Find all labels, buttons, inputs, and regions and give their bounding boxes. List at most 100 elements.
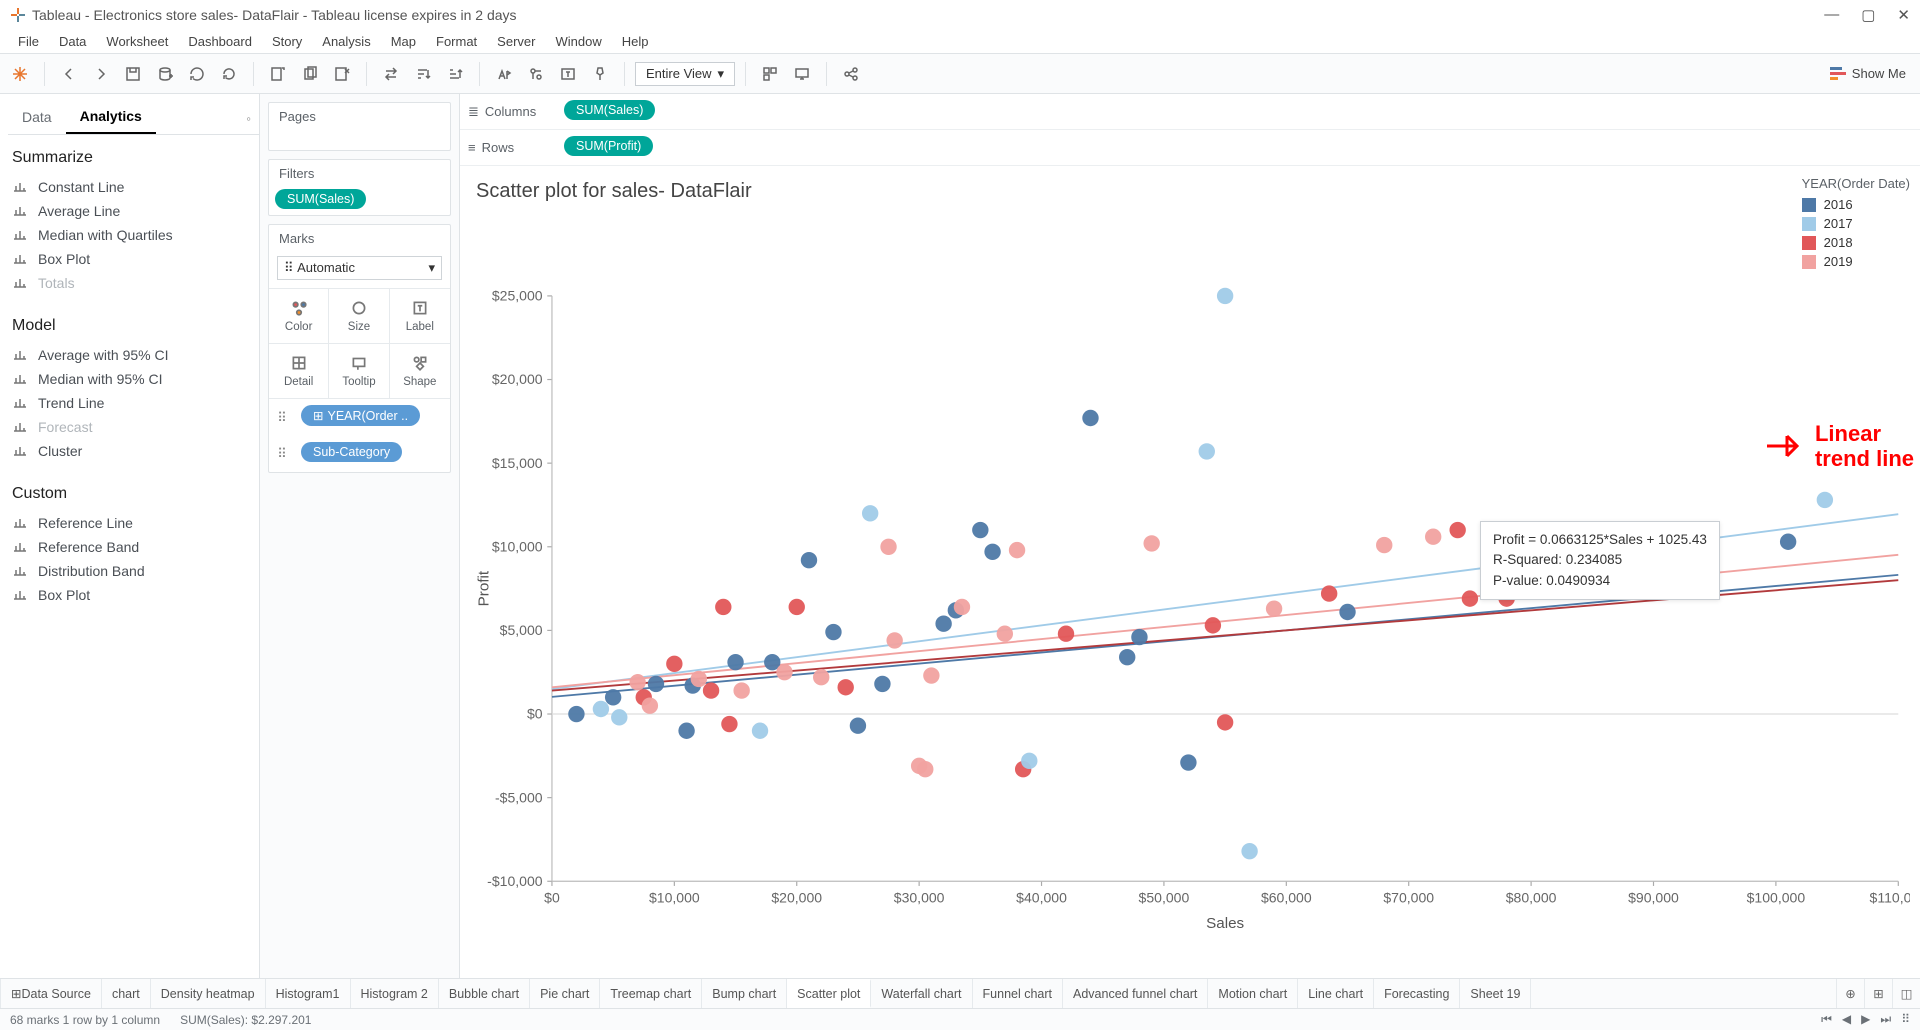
sheet-tab[interactable]: chart [102, 979, 151, 1008]
svg-text:-$10,000: -$10,000 [487, 873, 543, 889]
sheet-tab[interactable]: Histogram1 [266, 979, 351, 1008]
svg-text:$15,000: $15,000 [492, 455, 543, 471]
legend-item[interactable]: 2016 [1802, 197, 1910, 212]
share-icon[interactable] [837, 60, 865, 88]
analytics-item[interactable]: Reference Band [8, 535, 259, 559]
scatter-chart[interactable]: -$10,000-$5,000$0$5,000$10,000$15,000$20… [470, 211, 1910, 1013]
fit-dropdown[interactable]: Entire View▾ [635, 62, 735, 86]
menu-story[interactable]: Story [262, 34, 312, 49]
svg-text:$10,000: $10,000 [492, 538, 543, 554]
show-me-button[interactable]: Show Me [1822, 62, 1914, 85]
window-title: Tableau - Electronics store sales- DataF… [32, 7, 1824, 23]
sheet-tab[interactable]: Density heatmap [151, 979, 266, 1008]
tab-analytics[interactable]: Analytics [66, 102, 156, 134]
marks-shelf: Marks [269, 225, 450, 252]
menubar: File Data Worksheet Dashboard Story Anal… [0, 30, 1920, 54]
forward-icon[interactable] [87, 60, 115, 88]
columns-pill-sum-sales[interactable]: SUM(Sales) [564, 100, 655, 120]
pages-shelf[interactable]: Pages [269, 103, 450, 130]
menu-file[interactable]: File [8, 34, 49, 49]
new-sheet-icon[interactable] [264, 60, 292, 88]
analytics-item[interactable]: Median with Quartiles [8, 223, 259, 247]
menu-window[interactable]: Window [545, 34, 611, 49]
mark-pill-subcategory[interactable]: Sub-Category [301, 442, 402, 462]
minimize-button[interactable]: — [1824, 6, 1839, 24]
sort-asc-icon[interactable] [409, 60, 437, 88]
analytics-item[interactable]: Distribution Band [8, 559, 259, 583]
svg-text:$0: $0 [544, 889, 560, 905]
svg-text:$100,000: $100,000 [1747, 889, 1806, 905]
save-icon[interactable] [119, 60, 147, 88]
side-pane: Data Analytics ◦ Summarize Constant Line… [0, 94, 260, 978]
sort-desc-icon[interactable] [441, 60, 469, 88]
columns-shelf-label: ≣ Columns [468, 104, 548, 120]
back-icon[interactable] [55, 60, 83, 88]
analytics-item[interactable]: Trend Line [8, 391, 259, 415]
menu-worksheet[interactable]: Worksheet [96, 34, 178, 49]
analytics-item[interactable]: Constant Line [8, 175, 259, 199]
maximize-button[interactable]: ▢ [1861, 6, 1875, 24]
duplicate-sheet-icon[interactable] [296, 60, 324, 88]
show-hide-cards-icon[interactable] [756, 60, 784, 88]
group-icon[interactable] [522, 60, 550, 88]
svg-text:$25,000: $25,000 [492, 288, 543, 304]
analytics-item[interactable]: Cluster [8, 439, 259, 463]
tab-data-source[interactable]: ⊞ Data Source [0, 979, 102, 1008]
svg-text:$50,000: $50,000 [1139, 889, 1190, 905]
marks-tooltip[interactable]: Tooltip [329, 344, 389, 399]
annotation-linear-trend: Linear trend line [1765, 421, 1914, 472]
legend-item[interactable]: 2018 [1802, 235, 1910, 250]
legend-item[interactable]: 2017 [1802, 216, 1910, 231]
filters-shelf[interactable]: Filters [269, 160, 450, 187]
analytics-item[interactable]: Average with 95% CI [8, 343, 259, 367]
refresh-icon[interactable] [215, 60, 243, 88]
menu-data[interactable]: Data [49, 34, 96, 49]
custom-heading: Custom [8, 481, 259, 511]
menu-help[interactable]: Help [612, 34, 659, 49]
autosave-icon[interactable] [183, 60, 211, 88]
svg-text:Profit: Profit [476, 570, 493, 606]
svg-text:$90,000: $90,000 [1628, 889, 1679, 905]
menu-map[interactable]: Map [381, 34, 426, 49]
color-legend[interactable]: YEAR(Order Date) 2016201720182019 [1802, 176, 1910, 273]
analytics-item[interactable]: Totals [8, 271, 259, 295]
mark-pill-year[interactable]: ⊞ YEAR(Order .. [301, 405, 420, 426]
svg-text:-$5,000: -$5,000 [495, 789, 543, 805]
analytics-item[interactable]: Box Plot [8, 583, 259, 607]
analytics-item[interactable]: Median with 95% CI [8, 367, 259, 391]
swap-icon[interactable] [377, 60, 405, 88]
viz-title[interactable]: Scatter plot for sales- DataFlair [470, 176, 1910, 211]
svg-text:$40,000: $40,000 [1016, 889, 1067, 905]
clear-sheet-icon[interactable] [328, 60, 356, 88]
close-button[interactable]: ✕ [1897, 6, 1910, 24]
rows-pill-sum-profit[interactable]: SUM(Profit) [564, 136, 653, 156]
marks-type-dropdown[interactable]: ⠿ Automatic▾ [277, 256, 442, 280]
menu-format[interactable]: Format [426, 34, 487, 49]
analytics-item[interactable]: Forecast [8, 415, 259, 439]
toolbar: Entire View▾ Show Me [0, 54, 1920, 94]
tableau-home-icon[interactable] [6, 60, 34, 88]
svg-text:$30,000: $30,000 [894, 889, 945, 905]
highlight-icon[interactable] [490, 60, 518, 88]
text-label-icon[interactable] [554, 60, 582, 88]
analytics-item[interactable]: Average Line [8, 199, 259, 223]
menu-dashboard[interactable]: Dashboard [178, 34, 262, 49]
marks-color[interactable]: Color [269, 289, 329, 344]
marks-size[interactable]: Size [329, 289, 389, 344]
window-titlebar: Tableau - Electronics store sales- DataF… [0, 0, 1920, 30]
presentation-mode-icon[interactable] [788, 60, 816, 88]
filter-pill-sum-sales[interactable]: SUM(Sales) [275, 189, 366, 209]
pin-pane-icon[interactable]: ◦ [246, 111, 251, 126]
menu-analysis[interactable]: Analysis [312, 34, 380, 49]
pin-icon[interactable] [586, 60, 614, 88]
sheet-tab[interactable]: Histogram 2 [351, 979, 439, 1008]
new-datasource-icon[interactable] [151, 60, 179, 88]
legend-item[interactable]: 2019 [1802, 254, 1910, 269]
tab-data[interactable]: Data [8, 103, 66, 133]
marks-label[interactable]: Label [390, 289, 450, 344]
analytics-item[interactable]: Box Plot [8, 247, 259, 271]
marks-shape[interactable]: Shape [390, 344, 450, 399]
menu-server[interactable]: Server [487, 34, 545, 49]
analytics-item[interactable]: Reference Line [8, 511, 259, 535]
marks-detail[interactable]: Detail [269, 344, 329, 399]
